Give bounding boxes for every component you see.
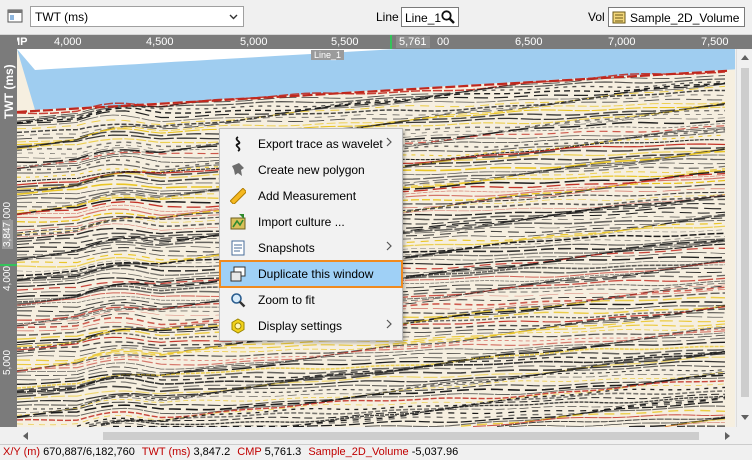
- scroll-down-icon[interactable]: [741, 415, 749, 421]
- menu-item-label: Display settings: [258, 319, 343, 333]
- cmp-tick: 7,000: [608, 36, 636, 48]
- status-xy-key: X/Y (m): [3, 446, 41, 458]
- menu-item-duplicate-this-window[interactable]: Duplicate this window: [219, 260, 403, 288]
- menu-item-label: Create new polygon: [258, 163, 365, 177]
- line-selector[interactable]: Line_1: [401, 7, 459, 27]
- cmp-tick: 5,500: [331, 36, 359, 48]
- menu-item-import-culture[interactable]: Import culture ...: [220, 209, 402, 235]
- chevron-right-icon: [386, 319, 392, 329]
- menu-item-zoom-to-fit[interactable]: Zoom to fit: [220, 287, 402, 313]
- menu-item-label: Snapshots: [258, 241, 315, 255]
- menu-item-display-settings[interactable]: Display settings: [220, 313, 402, 339]
- culture-icon: [230, 214, 246, 230]
- line-label: Line: [376, 10, 399, 24]
- chevron-right-icon: [386, 241, 392, 251]
- volume-selector[interactable]: Sample_2D_Volume: [608, 7, 745, 27]
- volume-selector-value: Sample_2D_Volume: [630, 11, 740, 25]
- status-bar: X/Y (m) 670,887/6,182,760 TWT (ms) 3,847…: [0, 444, 752, 460]
- menu-item-label: Import culture ...: [258, 215, 345, 229]
- vertical-scrollbar[interactable]: [736, 49, 752, 427]
- cmp-cursor-marker: [390, 35, 392, 49]
- cmp-tick: 7,500: [701, 36, 729, 48]
- magnifier-icon[interactable]: [440, 9, 456, 25]
- twt-tick: 5,000: [2, 349, 13, 375]
- polygon-icon: [232, 163, 244, 176]
- twt-cursor-marker: [0, 264, 17, 266]
- chevron-right-icon: [386, 137, 392, 147]
- vol-label: Vol: [588, 10, 605, 24]
- line-tag: Line_1: [311, 50, 345, 60]
- menu-item-export-trace-as-wavelet[interactable]: Export trace as wavelet: [220, 131, 402, 157]
- display-settings-icon: [231, 318, 245, 334]
- twt-axis: TWT (ms) 3,000 3,847 4,000 5,000: [0, 35, 17, 427]
- domain-dropdown-value: TWT (ms): [35, 10, 89, 24]
- cmp-tick: 4,000: [54, 36, 82, 48]
- cmp-tick: 00: [437, 36, 450, 48]
- window-icon[interactable]: [7, 8, 24, 25]
- volume-icon: [612, 11, 626, 24]
- menu-item-label: Add Measurement: [258, 189, 357, 203]
- chevron-down-icon: [229, 14, 238, 20]
- menu-item-label: Duplicate this window: [258, 267, 374, 281]
- ruler-icon: [230, 188, 246, 204]
- status-cmp-value: 5,761.3: [264, 446, 302, 458]
- cmp-tick: 5,000: [240, 36, 268, 48]
- twt-axis-title: TWT (ms): [2, 64, 16, 119]
- domain-dropdown[interactable]: TWT (ms): [30, 6, 244, 27]
- twt-cursor-tick: 3,847: [2, 219, 13, 249]
- scroll-up-icon[interactable]: [741, 54, 749, 60]
- status-cmp-key: CMP: [237, 446, 262, 458]
- scroll-right-icon[interactable]: [725, 432, 731, 440]
- duplicate-window-icon: [230, 266, 246, 282]
- status-twt-value: 3,847.2: [193, 446, 231, 458]
- twt-tick: 4,000: [2, 265, 13, 291]
- menu-item-snapshots[interactable]: Snapshots: [220, 235, 402, 261]
- snapshot-icon: [231, 240, 245, 256]
- status-xy-value: 670,887/6,182,760: [43, 446, 135, 458]
- status-twt-key: TWT (ms): [141, 446, 191, 458]
- cmp-axis: CMP 4,000 4,500 5,000 5,500 5,761 00 6,5…: [0, 35, 752, 49]
- cmp-tick: 4,500: [146, 36, 174, 48]
- wavelet-icon: [235, 136, 241, 152]
- vertical-scroll-thumb[interactable]: [741, 68, 749, 397]
- menu-item-label: Export trace as wavelet: [258, 137, 383, 151]
- status-vol-value: -5,037.96: [411, 446, 459, 458]
- menu-item-label: Zoom to fit: [258, 293, 315, 307]
- menu-item-create-new-polygon[interactable]: Create new polygon: [220, 157, 402, 183]
- cmp-cursor-tick: 5,761: [396, 36, 430, 48]
- horizontal-scrollbar[interactable]: [17, 428, 736, 444]
- horizontal-scroll-thumb[interactable]: [103, 432, 699, 440]
- line-selector-value: Line_1: [405, 11, 442, 25]
- scroll-left-icon[interactable]: [22, 432, 28, 440]
- menu-item-add-measurement[interactable]: Add Measurement: [220, 183, 402, 209]
- status-vol-key: Sample_2D_Volume: [308, 446, 409, 458]
- toolbar: TWT (ms) Line Line_1 Vol Sample_2D_Volum…: [0, 0, 752, 35]
- cmp-tick: 6,500: [515, 36, 543, 48]
- zoom-icon: [231, 293, 246, 308]
- context-menu: Export trace as wavelet Create new polyg…: [219, 128, 403, 341]
